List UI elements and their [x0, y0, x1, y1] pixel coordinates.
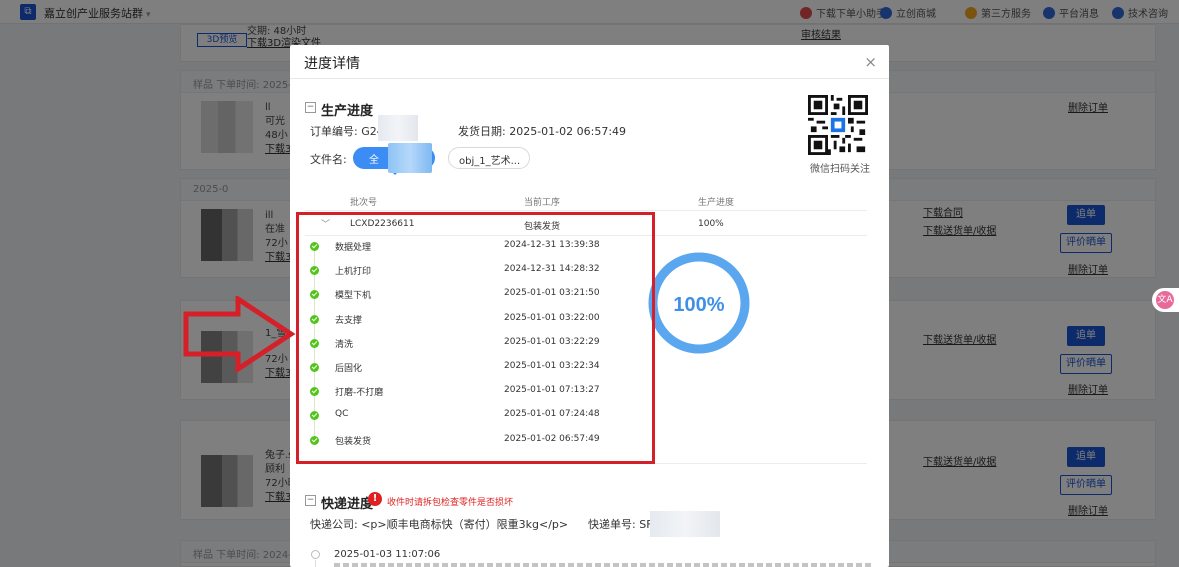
ship-date-value: 2025-01-02 06:57:49	[509, 125, 627, 138]
arrow-right-icon	[183, 296, 296, 372]
tracking-dot	[311, 550, 320, 559]
wechat-qr-code-icon	[808, 95, 868, 155]
column-step: 当前工序	[524, 198, 561, 208]
progress-ring-label: 100%	[673, 294, 724, 316]
table-divider	[305, 210, 867, 211]
floating-assistant[interactable]: 文A	[1152, 288, 1179, 312]
collapse-toggle-icon[interactable]: −	[305, 102, 316, 113]
progress-ring: 100%	[648, 252, 750, 354]
modal-title: 进度详情	[304, 56, 360, 72]
assistant-icon: 文A	[1156, 291, 1174, 309]
tracking-event-time: 2025-01-03 11:07:06	[334, 549, 441, 560]
close-icon[interactable]: ×	[864, 53, 877, 71]
production-section-title: 生产进度	[321, 104, 374, 119]
file-name-label: 文件名:	[310, 153, 347, 166]
courier-value: <p>顺丰电商标快（寄付）限重3kg</p>	[361, 518, 569, 531]
batch-progress: 100%	[698, 219, 724, 229]
redacted-mask	[650, 511, 720, 537]
warning-icon: !	[368, 492, 382, 506]
courier-row: 快递公司: <p>顺丰电商标快（寄付）限重3kg</p>	[310, 516, 568, 532]
tracking-event-desc	[334, 563, 874, 567]
tracking-number-row: 快递单号: SF	[588, 516, 653, 532]
highlight-box	[296, 212, 655, 464]
express-section-title: 快递进度	[321, 497, 374, 512]
collapse-toggle-icon[interactable]: −	[305, 495, 316, 506]
modal-header: 进度详情 ×	[290, 45, 889, 79]
order-number-label: 订单编号:	[310, 125, 358, 138]
qr-caption: 微信扫码关注	[810, 164, 870, 175]
redacted-mask	[388, 143, 432, 173]
redacted-mask	[378, 115, 418, 141]
file-tab[interactable]: obj_1_艺术...	[448, 147, 530, 169]
ship-date-row: 发货日期: 2025-01-02 06:57:49	[458, 123, 626, 139]
tracking-number-label: 快递单号:	[588, 518, 636, 531]
column-batch: 批次号	[350, 198, 378, 208]
ship-date-label: 发货日期:	[458, 125, 506, 138]
inspection-warning: 收件时请拆包检查零件是否损坏	[387, 498, 514, 508]
courier-label: 快递公司:	[310, 518, 358, 531]
order-number-row: 订单编号: G24	[310, 123, 384, 139]
tracking-line	[315, 560, 316, 567]
column-progress: 生产进度	[698, 198, 735, 208]
